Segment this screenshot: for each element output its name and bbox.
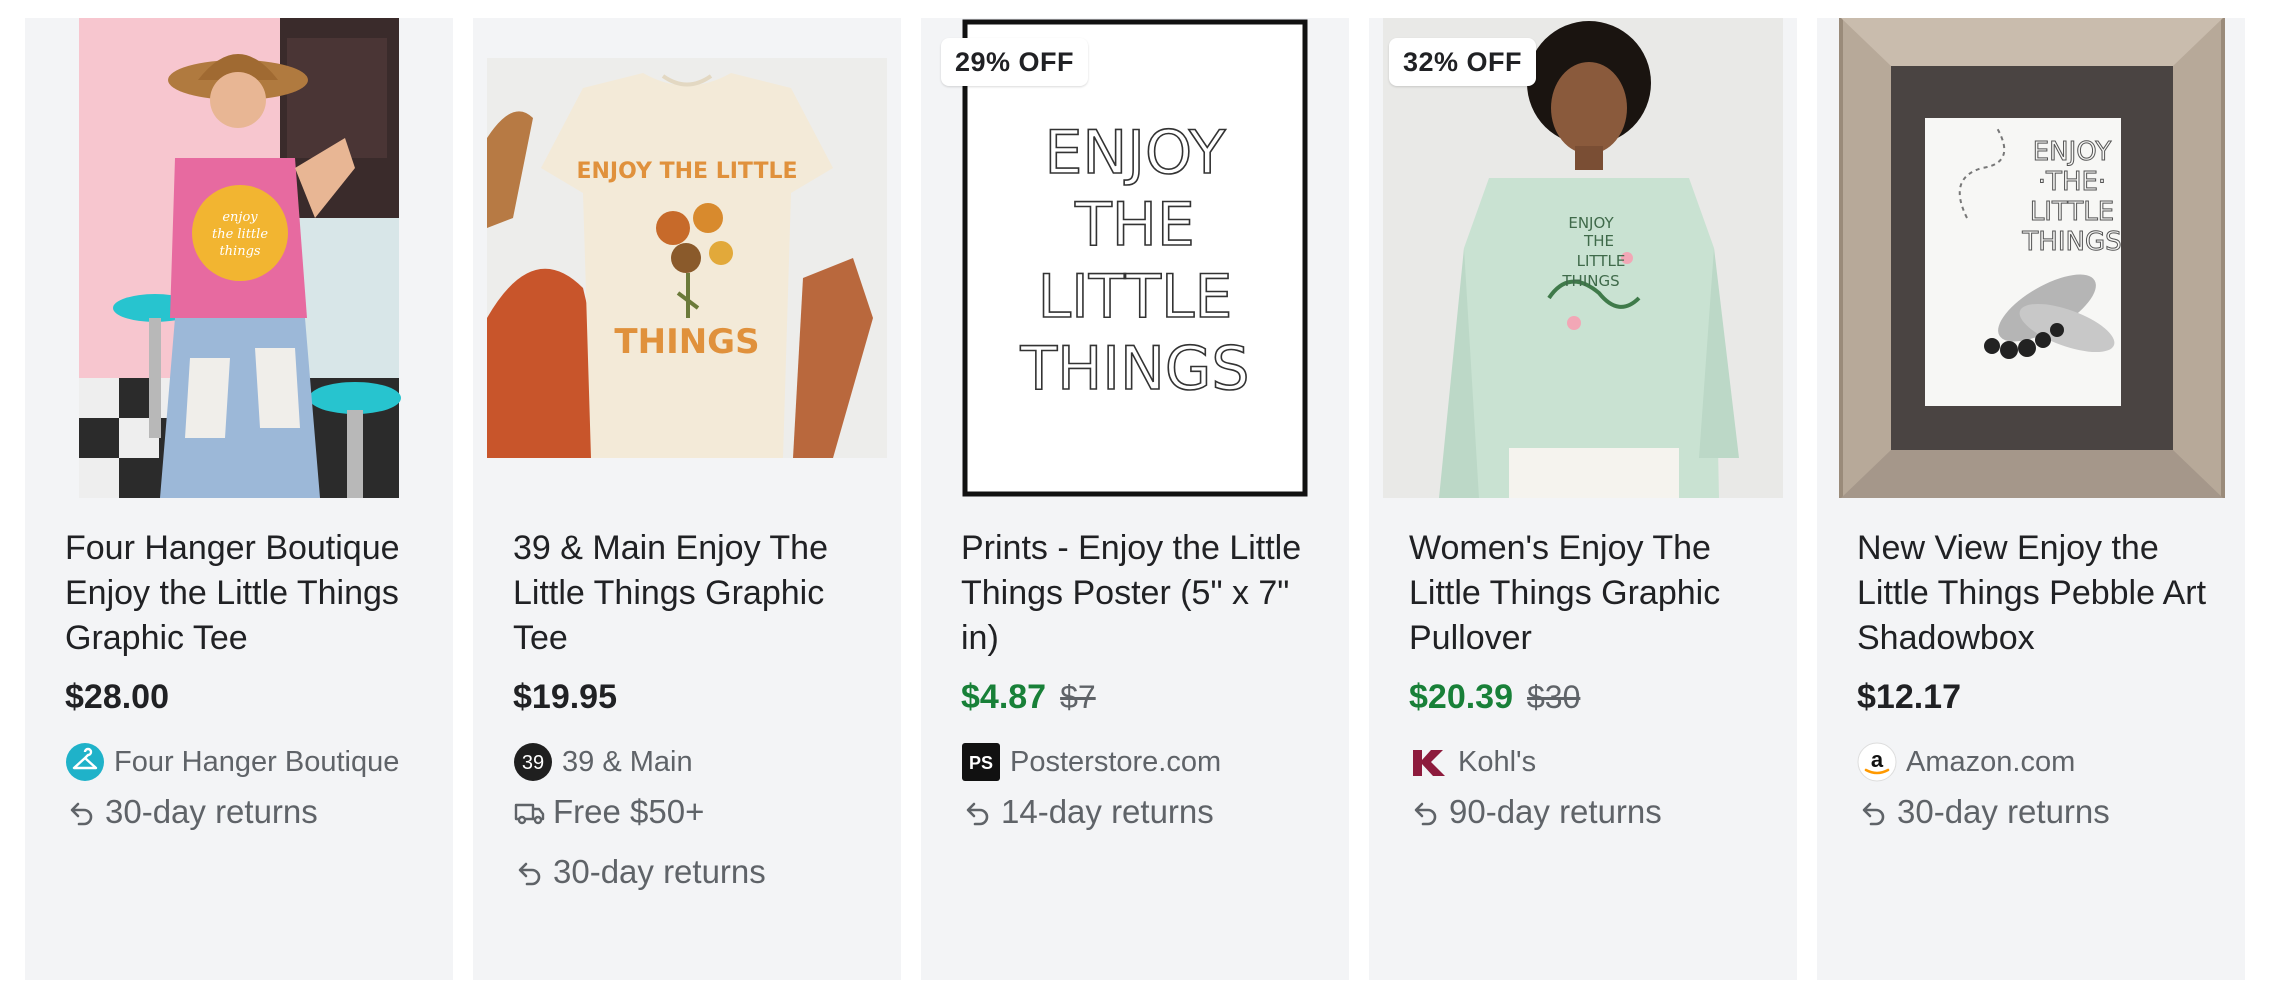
discount-badge: 32% OFF <box>1389 38 1537 86</box>
return-arrow-icon <box>70 802 93 826</box>
price-row: $12.17 <box>1857 678 1961 722</box>
product-results-row: enjoy the little things Four Hanger Bout… <box>25 18 2247 980</box>
shadowbox-text-line: ·THE· <box>2038 167 2106 197</box>
product-image[interactable]: ENJOY THE LITTLE THINGS 29% OFF <box>921 18 1349 498</box>
product-title[interactable]: Prints - Enjoy the Little Things Poster … <box>961 526 1321 661</box>
price-row: $4.87 $7 <box>961 678 1096 722</box>
poster-text-line: THE <box>1074 190 1195 260</box>
returns-info: 90-day returns <box>1409 790 1662 834</box>
shirt-text-line: the little <box>212 227 268 242</box>
returns-info: 14-day returns <box>961 790 1214 834</box>
seller-name: 39 & Main <box>562 745 693 778</box>
seller-row[interactable]: Kohl's <box>1409 742 1536 782</box>
original-price: $30 <box>1527 679 1581 715</box>
product-card[interactable]: ENJOY THE LITTLE THINGS 32% OFF Women's … <box>1369 18 1797 980</box>
product-image[interactable]: ENJOY ·THE· LITTLE THINGS <box>1817 18 2245 498</box>
poster-text-line: THINGS <box>1020 334 1250 404</box>
seller-row[interactable]: PS Posterstore.com <box>961 742 1221 782</box>
price-row: $20.39 $30 <box>1409 678 1580 722</box>
pullover-text-line: THINGS <box>1561 272 1619 290</box>
returns-info: 30-day returns <box>65 790 318 834</box>
seller-name: Kohl's <box>1458 745 1537 778</box>
product-card[interactable]: ENJOY ·THE· LITTLE THINGS New View Enjoy… <box>1817 18 2245 980</box>
pullover-text-line: THE <box>1583 232 1614 250</box>
seller-name: Amazon.com <box>1906 745 2076 778</box>
shirt-text-bottom: THINGS <box>614 322 759 362</box>
seller-row[interactable]: a Amazon.com <box>1857 742 2075 782</box>
product-card[interactable]: enjoy the little things Four Hanger Bout… <box>25 18 453 980</box>
product-title[interactable]: 39 & Main Enjoy The Little Things Graphi… <box>513 526 873 661</box>
svg-text:a: a <box>1871 747 1884 772</box>
returns-info: 30-day returns <box>1857 790 2110 834</box>
shadowbox-text-line: LITTLE <box>2030 197 2114 227</box>
product-image[interactable]: ENJOY THE LITTLE THINGS <box>473 18 901 498</box>
shadowbox-text-line: ENJOY <box>2033 137 2112 167</box>
returns-info: 30-day returns <box>513 850 766 894</box>
amazon-logo-icon: a <box>1857 742 1897 782</box>
returns-text: 90-day returns <box>1449 793 1662 830</box>
hanger-logo-icon <box>66 743 104 781</box>
product-image[interactable]: ENJOY THE LITTLE THINGS 32% OFF <box>1369 18 1797 498</box>
shirt-text-line: things <box>219 244 260 259</box>
returns-text: 30-day returns <box>553 853 766 890</box>
return-arrow-icon <box>1862 802 1885 826</box>
shirt-text-top: ENJOY THE LITTLE <box>576 159 797 184</box>
product-title[interactable]: Four Hanger Boutique Enjoy the Little Th… <box>65 526 425 661</box>
product-title[interactable]: Women's Enjoy The Little Things Graphic … <box>1409 526 1769 661</box>
svg-text:PS: PS <box>969 753 993 773</box>
pullover-text-line: LITTLE <box>1577 252 1626 270</box>
seller-39-main-logo-icon: 39 <box>514 743 552 781</box>
product-card[interactable]: ENJOY THE LITTLE THINGS 29% OFF Prints -… <box>921 18 1349 980</box>
shipping-text: Free $50+ <box>553 793 705 830</box>
product-price: $12.17 <box>1857 678 1961 716</box>
returns-text: 30-day returns <box>1897 793 2110 830</box>
discount-badge: 29% OFF <box>941 38 1089 86</box>
posterstore-logo-icon: PS <box>962 743 1000 781</box>
product-price: $28.00 <box>65 678 169 716</box>
return-arrow-icon <box>966 802 989 826</box>
product-title[interactable]: New View Enjoy the Little Things Pebble … <box>1857 526 2217 661</box>
return-arrow-icon <box>518 862 541 886</box>
seller-row[interactable]: 39 39 & Main <box>513 742 693 782</box>
poster-text-line: ENJOY <box>1044 118 1225 188</box>
product-card[interactable]: ENJOY THE LITTLE THINGS 39 & Main Enjoy … <box>473 18 901 980</box>
svg-text:39: 39 <box>522 752 544 774</box>
returns-text: 14-day returns <box>1001 793 1214 830</box>
sale-price: $4.87 <box>961 678 1047 716</box>
return-arrow-icon <box>1414 802 1437 826</box>
seller-name: Four Hanger Boutique <box>114 745 400 778</box>
shirt-text-line: enjoy <box>222 210 258 225</box>
product-image[interactable]: enjoy the little things <box>25 18 453 498</box>
seller-row[interactable]: Four Hanger Boutique <box>65 742 399 782</box>
seller-name: Posterstore.com <box>1010 745 1222 778</box>
shipping-info: Free $50+ <box>513 790 704 834</box>
returns-text: 30-day returns <box>105 793 318 830</box>
original-price: $7 <box>1060 679 1096 715</box>
pullover-text-line: ENJOY <box>1568 214 1614 232</box>
kohls-k-logo-icon <box>1413 750 1445 776</box>
delivery-truck-icon <box>514 803 545 825</box>
price-row: $19.95 <box>513 678 617 722</box>
price-row: $28.00 <box>65 678 169 722</box>
shadowbox-text-line: THINGS <box>2021 227 2121 257</box>
poster-text-line: LITTLE <box>1038 262 1233 332</box>
product-price: $19.95 <box>513 678 617 716</box>
sale-price: $20.39 <box>1409 678 1513 716</box>
